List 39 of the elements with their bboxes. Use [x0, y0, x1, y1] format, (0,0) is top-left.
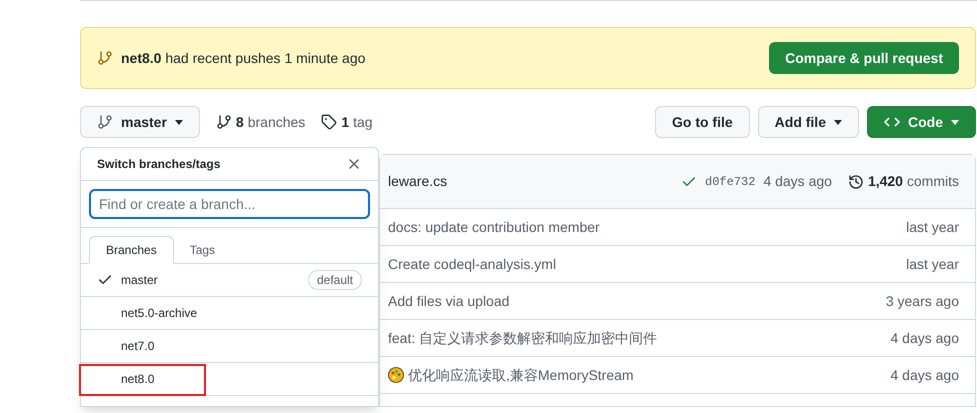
caret-icon: [174, 120, 183, 124]
branch-item[interactable]: net8.0: [121, 370, 154, 388]
tag-icon: [321, 114, 338, 130]
commit-time: 3 years ago: [886, 292, 959, 311]
branch-icon: [216, 114, 232, 130]
commit-message[interactable]: feat: 自定义请求参数解密和响应加密中间件: [388, 328, 658, 348]
commit-message[interactable]: docs: update contribution member: [388, 216, 600, 238]
branch-search-field[interactable]: Find or create a branch...: [89, 189, 370, 219]
caret-icon: [951, 120, 959, 124]
caret-icon: [834, 120, 842, 124]
commits-link[interactable]: 1,420 commits: [868, 171, 959, 192]
file-name[interactable]: leware.cs: [388, 171, 448, 192]
branch-item[interactable]: net7.0: [121, 337, 154, 355]
dropdown-tab[interactable]: Tags: [174, 236, 232, 264]
commit-message[interactable]: 优化响应流读取,兼容MemoryStream: [408, 364, 634, 386]
branch-icon: [97, 114, 113, 130]
commit-time: 4 days ago: [890, 366, 959, 385]
tags-link[interactable]: 1 tag: [321, 112, 373, 132]
commit-time: last year: [906, 254, 959, 274]
commit-message[interactable]: Create codeql-analysis.yml: [388, 254, 556, 274]
commit-time: 4 days ago: [763, 172, 832, 191]
add-file-button[interactable]: Add file: [758, 106, 859, 138]
compare-pull-request-button[interactable]: Compare & pull request: [769, 42, 959, 74]
dropdown-title: Switch branches/tags: [97, 156, 220, 173]
branch-item[interactable]: net5.0-archive: [121, 304, 198, 322]
code-button[interactable]: Code: [867, 106, 976, 138]
dropdown-tab[interactable]: Branches: [89, 236, 174, 264]
go-to-file-button[interactable]: Go to file: [654, 106, 750, 138]
history-icon: [848, 174, 864, 190]
push-message: net8.0 had recent pushes 1 minute ago: [121, 48, 366, 68]
branch-icon: [97, 50, 113, 66]
default-badge: default: [308, 270, 362, 290]
branches-link[interactable]: 8 branches: [216, 112, 306, 132]
commit-time: last year: [906, 218, 959, 237]
branch-item[interactable]: master: [121, 271, 158, 289]
branch-select-button[interactable]: master: [80, 106, 200, 138]
commit-message[interactable]: Add files via upload: [388, 290, 510, 312]
commit-hash[interactable]: d0fe732: [705, 172, 756, 190]
commit-time: 4 days ago: [890, 328, 959, 348]
